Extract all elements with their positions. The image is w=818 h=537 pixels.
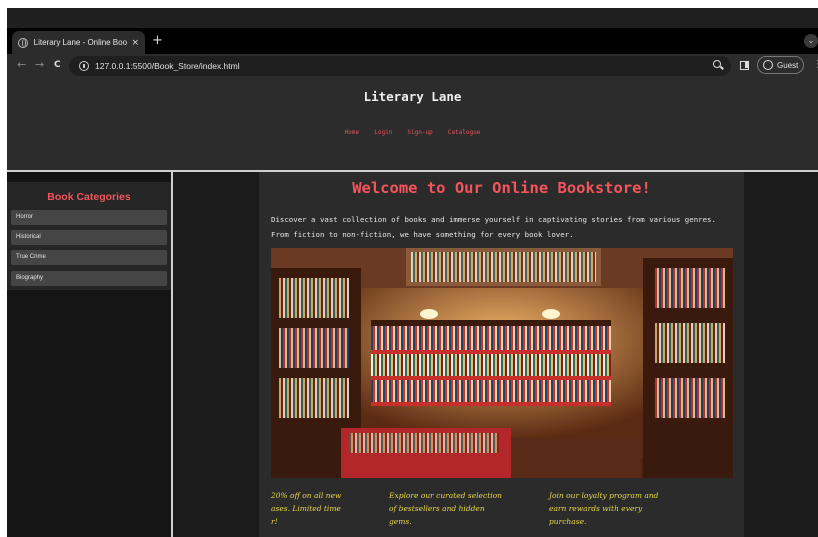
zoom-icon[interactable]: [713, 60, 721, 68]
promo-curated: Explore our curated selection of bestsel…: [389, 489, 539, 528]
reload-button[interactable]: C: [54, 59, 61, 71]
browser-toolbar: ← → C 127.0.0.1:5500/Book_Store/index.ht…: [7, 54, 818, 78]
intro-text: Discover a vast collection of books and …: [271, 215, 716, 239]
category-historical[interactable]: Historical: [11, 230, 167, 245]
forward-button[interactable]: →: [35, 59, 44, 71]
web-page: Literary Lane Home Login Sign-up Catalog…: [7, 78, 818, 537]
content-panel: Welcome to Our Online Bookstore! Discove…: [259, 172, 744, 537]
sidebar: Book Categories Horror Historical True C…: [7, 172, 173, 537]
nav-login-link[interactable]: Login: [374, 129, 392, 136]
promo-loyalty-text: Join our loyalty program and earn reward…: [549, 491, 659, 526]
side-panel-icon[interactable]: [740, 61, 749, 70]
nav-home-link[interactable]: Home: [345, 129, 359, 136]
address-bar[interactable]: 127.0.0.1:5500/Book_Store/index.html: [69, 56, 731, 76]
tab-close-icon[interactable]: ×: [131, 38, 139, 48]
site-info-icon[interactable]: [79, 61, 89, 71]
bookstore-hero-image: [271, 248, 733, 478]
nav-catalogue-link[interactable]: Catalogue: [448, 129, 481, 136]
profile-label: Guest: [777, 60, 799, 70]
nav-signup-link[interactable]: Sign-up: [407, 129, 432, 136]
promo-discount: 20% off on all new ases. Limited time r!: [271, 489, 383, 528]
profile-icon: [763, 60, 773, 70]
site-title: Literary Lane: [363, 89, 462, 104]
welcome-heading: Welcome to Our Online Bookstore!: [352, 179, 651, 197]
category-biography[interactable]: Biography: [11, 271, 167, 286]
main-area: Welcome to Our Online Bookstore! Discove…: [173, 172, 818, 537]
profile-button[interactable]: Guest: [757, 56, 804, 74]
new-tab-button[interactable]: +: [152, 34, 163, 47]
browser-menu-icon[interactable]: ⋮: [813, 60, 818, 70]
categories-panel: Book Categories Horror Historical True C…: [7, 182, 171, 290]
tab-strip: Literary Lane - Online Books × + ⌄: [7, 28, 818, 54]
category-true-crime[interactable]: True Crime: [11, 250, 167, 265]
tab-literary-lane[interactable]: Literary Lane - Online Books ×: [12, 31, 145, 54]
site-nav: Home Login Sign-up Catalogue: [7, 119, 818, 138]
bookstore-illustration: [271, 248, 733, 478]
promo-loyalty: Join our loyalty program and earn reward…: [549, 489, 709, 528]
browser-window: Literary Lane - Online Books × + ⌄ ← → C…: [7, 8, 818, 537]
promo-discount-text: 20% off on all new ases. Limited time r!: [271, 491, 342, 526]
tab-title: Literary Lane - Online Books: [33, 38, 128, 47]
back-button[interactable]: ←: [17, 59, 26, 71]
promo-curated-text: Explore our curated selection of bestsel…: [389, 491, 502, 526]
categories-title: Book Categories: [47, 191, 131, 203]
globe-icon: [18, 37, 28, 48]
site-header: Literary Lane Home Login Sign-up Catalog…: [7, 78, 818, 172]
tab-search-icon[interactable]: ⌄: [804, 34, 818, 48]
category-horror[interactable]: Horror: [11, 210, 167, 225]
url-text[interactable]: 127.0.0.1:5500/Book_Store/index.html: [95, 61, 240, 71]
